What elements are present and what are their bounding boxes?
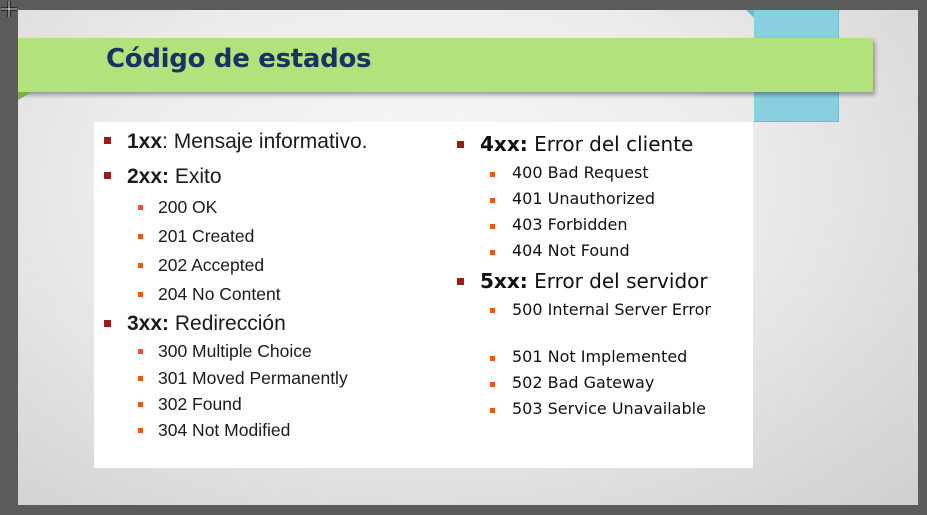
sub-bullet-icon: [138, 234, 143, 239]
bullet-icon: [457, 141, 464, 148]
group-4xx: 4xx: Error del cliente: [480, 132, 693, 156]
list-item: 302 Found: [158, 394, 242, 414]
bullet-icon: [457, 278, 464, 285]
list-item: 300 Multiple Choice: [158, 341, 312, 361]
list-item: 200 OK: [158, 197, 218, 217]
list-item: 301 Moved Permanently: [158, 368, 348, 388]
group-code: 2xx:: [127, 165, 170, 188]
list-item: 503 Service Unavailable: [512, 399, 706, 418]
list-item: 501 Not Implemented: [512, 347, 688, 366]
group-label: Exito: [169, 165, 222, 188]
list-item: 204 No Content: [158, 284, 281, 304]
group-code: 1xx: [127, 130, 163, 153]
sub-bullet-icon: [138, 263, 143, 268]
sub-bullet-icon: [490, 356, 495, 361]
list-item: 304 Not Modified: [158, 420, 291, 440]
slide: Código de estados 1xx: Mensaje informati…: [18, 10, 918, 505]
list-item: 404 Not Found: [512, 241, 630, 260]
sub-bullet-icon: [490, 224, 495, 229]
bullet-icon: [104, 172, 111, 179]
sub-bullet-icon: [490, 382, 495, 387]
group-label: Mensaje informativo.: [167, 130, 368, 153]
sub-bullet-icon: [490, 308, 495, 313]
accent-notch: [746, 10, 754, 18]
sub-bullet-icon: [490, 408, 495, 413]
sub-bullet-icon: [138, 428, 143, 433]
sub-bullet-icon: [490, 172, 495, 177]
group-3xx: 3xx: Redirección: [127, 312, 286, 336]
list-item: 202 Accepted: [158, 255, 265, 275]
content-box: 1xx: Mensaje informativo. 2xx: Exito 200…: [94, 122, 753, 468]
bullet-icon: [104, 320, 111, 327]
sub-bullet-icon: [490, 250, 495, 255]
sub-bullet-icon: [138, 205, 143, 210]
list-item: 400 Bad Request: [512, 163, 649, 182]
group-2xx: 2xx: Exito: [127, 165, 222, 189]
list-item: 502 Bad Gateway: [512, 373, 655, 392]
sub-bullet-icon: [138, 402, 143, 407]
group-1xx: 1xx: Mensaje informativo.: [127, 130, 367, 154]
sub-bullet-icon: [490, 198, 495, 203]
bullet-icon: [104, 137, 111, 144]
list-item: 401 Unauthorized: [512, 189, 656, 208]
sub-bullet-icon: [138, 376, 143, 381]
title-bar-accent: [18, 92, 32, 100]
sub-bullet-icon: [138, 292, 143, 297]
group-label: Redirección: [169, 312, 286, 335]
group-code: 3xx:: [127, 312, 170, 335]
group-code: 4xx:: [480, 132, 528, 156]
group-5xx: 5xx: Error del servidor: [480, 269, 708, 293]
group-code: 5xx:: [480, 269, 528, 293]
list-item: 201 Created: [158, 226, 255, 246]
group-label: Error del servidor: [527, 269, 708, 293]
list-item: 500 Internal Server Error: [512, 300, 711, 319]
slide-title: Código de estados: [106, 44, 372, 74]
list-item: 403 Forbidden: [512, 215, 628, 234]
move-cursor-icon: [1, 1, 17, 17]
group-label: Error del cliente: [527, 132, 694, 156]
sub-bullet-icon: [138, 349, 143, 354]
